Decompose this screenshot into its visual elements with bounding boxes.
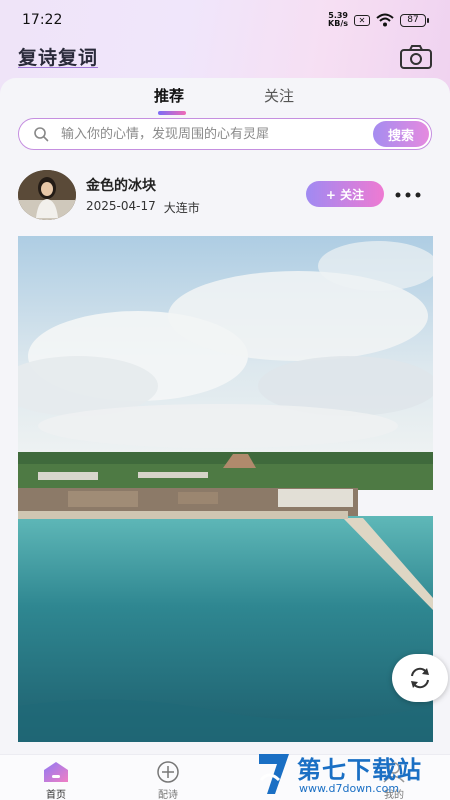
post-location: 大连市 — [163, 201, 200, 215]
more-options-icon[interactable] — [394, 192, 422, 198]
post-meta: 2025-04-17 大连市 — [86, 199, 200, 216]
app-title: 复诗复词 — [18, 47, 99, 69]
status-time: 17:22 — [22, 12, 63, 28]
seascape-photo — [18, 236, 433, 742]
network-speed: 5.39 KB/s — [328, 11, 348, 28]
watermark-logo — [259, 754, 289, 794]
site-watermark: 第七下载站 www.d7down.com — [255, 748, 450, 800]
main-content: 推荐 关注 搜索 金色的冰块 2025-04-17 大连市 + 关注 — [0, 78, 450, 754]
post-header: 金色的冰块 2025-04-17 大连市 + 关注 — [18, 170, 432, 220]
nav-poem-label: 配诗 — [158, 790, 178, 800]
search-button[interactable]: 搜索 — [373, 121, 429, 147]
camera-icon[interactable] — [399, 44, 433, 70]
post-photo[interactable] — [18, 236, 433, 742]
battery-icon: 87 — [400, 13, 429, 27]
wifi-icon — [376, 13, 394, 27]
tab-recommend[interactable]: 推荐 — [154, 85, 184, 106]
search-icon — [34, 127, 49, 142]
avatar-image — [18, 170, 76, 220]
home-icon — [44, 762, 68, 782]
nav-home[interactable]: 首页 — [26, 758, 86, 800]
app-header: 复诗复词 — [0, 40, 450, 78]
search-input[interactable] — [61, 123, 381, 145]
search-bar: 搜索 — [18, 118, 432, 150]
refresh-button[interactable] — [392, 654, 448, 702]
follow-button[interactable]: + 关注 — [306, 181, 384, 207]
plus-circle-icon — [157, 761, 179, 783]
avatar[interactable] — [18, 170, 76, 220]
tab-following[interactable]: 关注 — [264, 85, 294, 106]
watermark-url: www.d7down.com — [299, 782, 400, 795]
tab-bar: 推荐 关注 — [0, 85, 450, 115]
author-name[interactable]: 金色的冰块 — [86, 175, 156, 195]
nav-poem[interactable]: 配诗 — [138, 758, 198, 800]
no-sim-icon: ✕ — [354, 14, 370, 26]
status-bar: 17:22 5.39 KB/s ✕ 87 — [0, 0, 450, 40]
active-tab-indicator — [158, 111, 186, 115]
refresh-icon — [411, 667, 429, 689]
watermark-title: 第七下载站 — [297, 756, 422, 784]
nav-home-label: 首页 — [46, 790, 66, 800]
status-icons: 5.39 KB/s ✕ 87 — [328, 11, 429, 28]
post-date: 2025-04-17 — [86, 199, 156, 213]
